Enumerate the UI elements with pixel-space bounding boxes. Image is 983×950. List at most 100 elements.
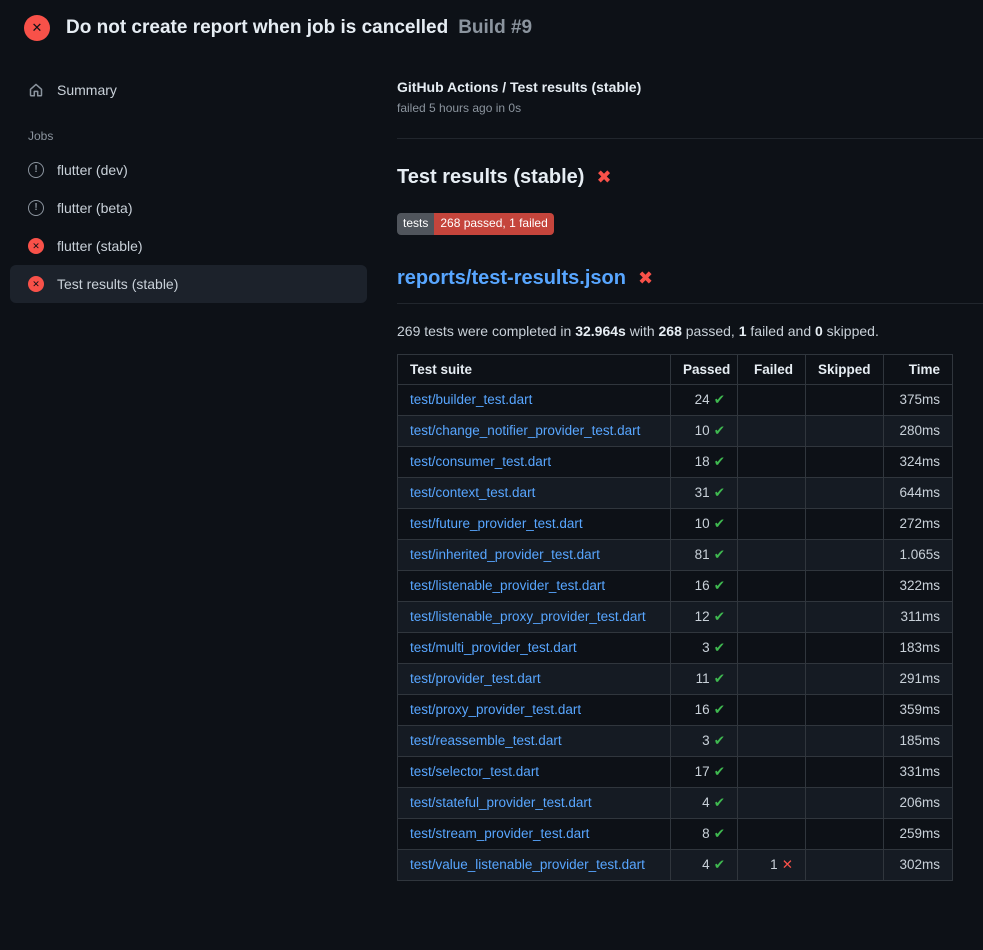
skipped-cell [806,446,884,477]
test-suite-link[interactable]: test/change_notifier_provider_test.dart [410,423,640,438]
passed-cell: 17✔ [671,756,738,787]
test-suite-link[interactable]: test/selector_test.dart [410,764,539,779]
check-icon: ✔ [714,671,725,686]
skipped-cell [806,415,884,446]
breadcrumb[interactable]: GitHub Actions / Test results (stable) [397,79,983,95]
failed-cell [738,725,806,756]
skipped-cell [806,539,884,570]
skipped-cell [806,663,884,694]
time-cell: 291ms [884,663,953,694]
summary-text-segment: passed, [682,323,739,339]
sidebar-item-flutter-beta[interactable]: ! flutter (beta) [10,189,367,227]
passed-cell: 24✔ [671,384,738,415]
failed-status-icon: ✕ [28,238,44,254]
table-row: test/consumer_test.dart18✔324ms [398,446,953,477]
check-icon: ✔ [714,702,725,717]
time-cell: 280ms [884,415,953,446]
test-suite-link[interactable]: test/value_listenable_provider_test.dart [410,857,645,872]
failed-cell [738,415,806,446]
test-suite-link[interactable]: test/listenable_provider_test.dart [410,578,605,593]
build-number: Build #9 [458,17,532,39]
failed-cell [738,570,806,601]
skipped-cell [806,384,884,415]
suite-cell: test/change_notifier_provider_test.dart [398,415,671,446]
tests-status-badge: tests 268 passed, 1 failed [397,213,554,235]
passed-cell: 16✔ [671,694,738,725]
time-cell: 359ms [884,694,953,725]
table-row: test/listenable_provider_test.dart16✔322… [398,570,953,601]
badge-label: tests [397,213,434,235]
col-header-test-suite: Test suite [398,354,671,384]
sidebar-item-test-results-stable[interactable]: ✕ Test results (stable) [10,265,367,303]
test-suite-link[interactable]: test/future_provider_test.dart [410,516,583,531]
check-icon: ✔ [714,826,725,841]
main-content: GitHub Actions / Test results (stable) f… [397,49,983,881]
test-suite-link[interactable]: test/context_test.dart [410,485,535,500]
failed-cell [738,446,806,477]
sidebar-item-label: Test results (stable) [57,276,178,292]
summary-text-segment: failed and [747,323,816,339]
skipped-cell [806,508,884,539]
skipped-cell [806,818,884,849]
time-cell: 311ms [884,601,953,632]
check-icon: ✔ [714,485,725,500]
failed-cell [738,601,806,632]
suite-cell: test/listenable_proxy_provider_test.dart [398,601,671,632]
failed-cell [738,632,806,663]
passed-cell: 31✔ [671,477,738,508]
suite-cell: test/inherited_provider_test.dart [398,539,671,570]
sidebar-item-flutter-stable[interactable]: ✕ flutter (stable) [10,227,367,265]
passed-cell: 3✔ [671,632,738,663]
skipped-cell [806,570,884,601]
report-link[interactable]: reports/test-results.json [397,267,626,290]
suite-cell: test/value_listenable_provider_test.dart [398,849,671,880]
check-icon: ✔ [714,609,725,624]
table-row: test/stream_provider_test.dart 8✔ 259ms [398,818,953,849]
test-suite-link[interactable]: test/provider_test.dart [410,671,541,686]
passed-cell: 8✔ [671,818,738,849]
col-header-time: Time [884,354,953,384]
skipped-cell [806,849,884,880]
passed-cell: 18✔ [671,446,738,477]
table-row: test/multi_provider_test.dart 3✔ 183ms [398,632,953,663]
time-cell: 206ms [884,787,953,818]
test-suite-link[interactable]: test/consumer_test.dart [410,454,551,469]
test-suite-link[interactable]: test/multi_provider_test.dart [410,640,577,655]
table-body: test/builder_test.dart24✔375mstest/chang… [398,384,953,880]
run-status-line: failed 5 hours ago in 0s [397,101,983,115]
test-suite-link[interactable]: test/reassemble_test.dart [410,733,562,748]
failed-cell: 1✕ [738,849,806,880]
table-row: test/change_notifier_provider_test.dart1… [398,415,953,446]
sidebar-item-label: flutter (dev) [57,162,128,178]
failed-cell [738,787,806,818]
summary-text-segment: with [626,323,659,339]
skipped-cell [806,694,884,725]
failed-cell [738,477,806,508]
sidebar-item-summary[interactable]: Summary [10,71,367,109]
test-suite-link[interactable]: test/builder_test.dart [410,392,532,407]
test-suite-link[interactable]: test/stream_provider_test.dart [410,826,589,841]
failed-x-icon: ✖ [596,167,611,188]
time-cell: 272ms [884,508,953,539]
failed-cell [738,663,806,694]
test-suite-link[interactable]: test/stateful_provider_test.dart [410,795,592,810]
suite-cell: test/stateful_provider_test.dart [398,787,671,818]
failed-cell [738,694,806,725]
test-suite-link[interactable]: test/listenable_proxy_provider_test.dart [410,609,646,624]
sidebar-item-flutter-dev[interactable]: ! flutter (dev) [10,151,367,189]
test-suite-link[interactable]: test/inherited_provider_test.dart [410,547,600,562]
home-icon [28,82,44,98]
suite-cell: test/future_provider_test.dart [398,508,671,539]
layout: Summary Jobs ! flutter (dev) ! flutter (… [0,49,983,881]
sidebar: Summary Jobs ! flutter (dev) ! flutter (… [0,49,397,303]
table-row: test/listenable_proxy_provider_test.dart… [398,601,953,632]
check-icon: ✔ [714,547,725,562]
time-cell: 259ms [884,818,953,849]
sidebar-summary-label: Summary [57,82,117,98]
suite-cell: test/stream_provider_test.dart [398,818,671,849]
table-row: test/builder_test.dart24✔375ms [398,384,953,415]
suite-cell: test/provider_test.dart [398,663,671,694]
test-suite-link[interactable]: test/proxy_provider_test.dart [410,702,581,717]
time-cell: 183ms [884,632,953,663]
failed-cell [738,539,806,570]
